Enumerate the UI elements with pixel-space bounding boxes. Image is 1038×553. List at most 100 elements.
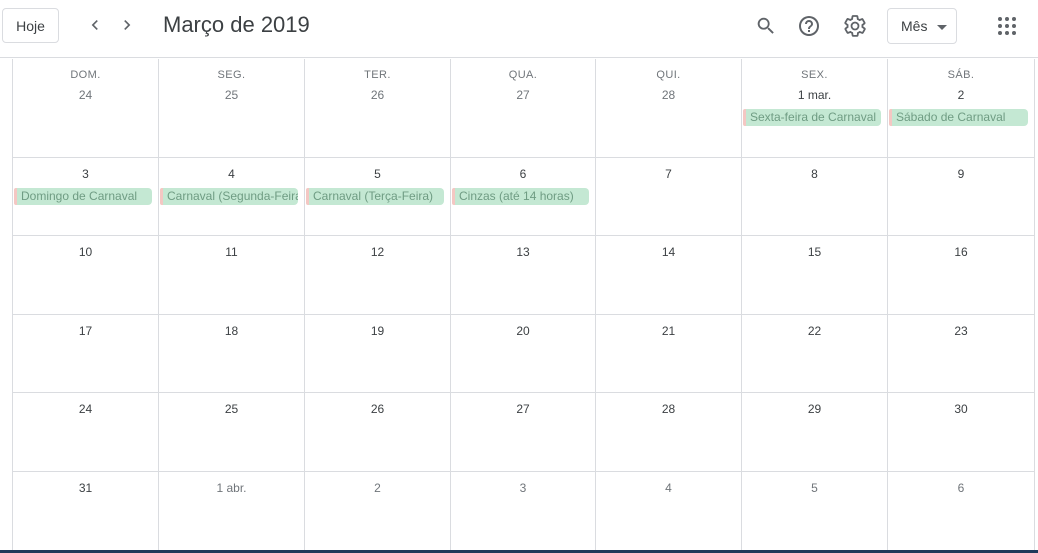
day-number[interactable]: 24 xyxy=(13,88,158,102)
day-cell[interactable]: 5 Carnaval (Terça-Feira) xyxy=(305,158,451,235)
day-cell[interactable]: 17 xyxy=(13,315,159,392)
day-number[interactable]: 2 xyxy=(305,481,450,495)
day-cell[interactable]: 7 xyxy=(596,158,742,235)
day-number[interactable]: 28 xyxy=(596,402,741,416)
day-cell[interactable]: 20 xyxy=(451,315,596,392)
day-number[interactable]: 16 xyxy=(888,245,1034,259)
day-cell[interactable]: 13 xyxy=(451,236,596,314)
day-number[interactable]: 2 xyxy=(888,88,1034,102)
day-number[interactable]: 4 xyxy=(596,481,741,495)
day-cell[interactable]: 19 xyxy=(305,315,451,392)
day-number[interactable]: 4 xyxy=(159,167,304,181)
day-cell[interactable]: 6 Cinzas (até 14 horas) xyxy=(451,158,596,235)
apps-button[interactable] xyxy=(990,9,1024,43)
day-number[interactable]: 27 xyxy=(451,88,595,102)
day-number[interactable]: 8 xyxy=(742,167,887,181)
day-cell[interactable]: 31 xyxy=(13,472,159,550)
day-cell[interactable]: 29 xyxy=(742,393,888,471)
day-cell[interactable]: 10 xyxy=(13,236,159,314)
day-cell[interactable]: 1 abr. xyxy=(159,472,305,550)
day-cell[interactable]: 11 xyxy=(159,236,305,314)
day-number[interactable]: 30 xyxy=(888,402,1034,416)
help-button[interactable] xyxy=(792,9,826,43)
event-chip[interactable]: Carnaval (Terça-Feira) xyxy=(306,188,444,205)
day-number[interactable]: 5 xyxy=(742,481,887,495)
weekday-label: SEG. xyxy=(217,69,246,81)
day-number[interactable]: 25 xyxy=(159,402,304,416)
day-number[interactable]: 21 xyxy=(596,324,741,338)
day-number[interactable]: 26 xyxy=(305,88,450,102)
day-cell[interactable]: 5 xyxy=(742,472,888,550)
view-selector[interactable]: Mês xyxy=(887,8,957,44)
day-number[interactable]: 24 xyxy=(13,402,158,416)
day-cell[interactable]: QUA. 27 xyxy=(451,59,596,157)
day-number[interactable]: 31 xyxy=(13,481,158,495)
day-number[interactable]: 25 xyxy=(159,88,304,102)
day-cell[interactable]: 30 xyxy=(888,393,1035,471)
day-cell[interactable]: 4 Carnaval (Segunda-Feira) xyxy=(159,158,305,235)
day-cell[interactable]: 24 xyxy=(13,393,159,471)
day-cell[interactable]: TER. 26 xyxy=(305,59,451,157)
day-cell[interactable]: 4 xyxy=(596,472,742,550)
day-cell[interactable]: SEG. 25 xyxy=(159,59,305,157)
day-cell[interactable]: 22 xyxy=(742,315,888,392)
day-cell[interactable]: 18 xyxy=(159,315,305,392)
day-number[interactable]: 23 xyxy=(888,324,1034,338)
day-cell[interactable]: 27 xyxy=(451,393,596,471)
search-button[interactable] xyxy=(749,9,783,43)
day-number[interactable]: 10 xyxy=(13,245,158,259)
day-number[interactable]: 6 xyxy=(451,167,595,181)
event-chip[interactable]: Cinzas (até 14 horas) xyxy=(452,188,589,205)
day-cell[interactable]: 8 xyxy=(742,158,888,235)
day-cell[interactable]: DOM. 24 xyxy=(13,59,159,157)
day-cell[interactable]: 3 xyxy=(451,472,596,550)
day-cell[interactable]: 23 xyxy=(888,315,1035,392)
day-number[interactable]: 17 xyxy=(13,324,158,338)
day-cell[interactable]: QUI. 28 xyxy=(596,59,742,157)
day-number[interactable]: 18 xyxy=(159,324,304,338)
day-number[interactable]: 14 xyxy=(596,245,741,259)
day-cell[interactable]: 12 xyxy=(305,236,451,314)
day-cell[interactable]: 15 xyxy=(742,236,888,314)
day-cell[interactable]: 6 xyxy=(888,472,1035,550)
next-month-button[interactable] xyxy=(112,10,142,40)
day-cell[interactable]: 21 xyxy=(596,315,742,392)
day-number[interactable]: 7 xyxy=(596,167,741,181)
day-number[interactable]: 19 xyxy=(305,324,450,338)
day-cell[interactable]: 25 xyxy=(159,393,305,471)
day-number[interactable]: 15 xyxy=(742,245,887,259)
day-number[interactable]: 26 xyxy=(305,402,450,416)
day-number[interactable]: 12 xyxy=(305,245,450,259)
today-button[interactable]: Hoje xyxy=(2,8,59,43)
day-number[interactable]: 27 xyxy=(451,402,595,416)
event-chip[interactable]: Sexta-feira de Carnaval xyxy=(743,109,881,126)
day-number[interactable]: 28 xyxy=(596,88,741,102)
day-number[interactable]: 9 xyxy=(888,167,1034,181)
settings-button[interactable] xyxy=(838,9,872,43)
day-number[interactable]: 3 xyxy=(451,481,595,495)
event-chip[interactable]: Carnaval (Segunda-Feira) xyxy=(160,188,298,205)
day-cell[interactable]: 26 xyxy=(305,393,451,471)
day-cell[interactable]: 9 xyxy=(888,158,1035,235)
day-number[interactable]: 1 mar. xyxy=(742,88,887,102)
day-number[interactable]: 3 xyxy=(13,167,158,181)
event-chip[interactable]: Sábado de Carnaval xyxy=(889,109,1028,126)
day-cell[interactable]: 3 Domingo de Carnaval xyxy=(13,158,159,235)
day-cell[interactable]: 2 xyxy=(305,472,451,550)
day-number[interactable]: 22 xyxy=(742,324,887,338)
day-number[interactable]: 11 xyxy=(159,245,304,259)
day-number[interactable]: 29 xyxy=(742,402,887,416)
day-cell[interactable]: 14 xyxy=(596,236,742,314)
event-chip[interactable]: Domingo de Carnaval xyxy=(14,188,152,205)
day-number[interactable]: 13 xyxy=(451,245,595,259)
day-number[interactable]: 20 xyxy=(451,324,595,338)
day-cell[interactable]: SEX. 1 mar. Sexta-feira de Carnaval xyxy=(742,59,888,157)
day-cell[interactable]: 16 xyxy=(888,236,1035,314)
month-grid: DOM. 24 SEG. 25 TER. 26 QUA. 27 QUI. 28 SEX. 1 mar.… xyxy=(12,59,1035,550)
day-number[interactable]: 1 abr. xyxy=(159,481,304,495)
previous-month-button[interactable] xyxy=(80,10,110,40)
day-cell[interactable]: SÁB. 2 Sábado de Carnaval xyxy=(888,59,1035,157)
day-number[interactable]: 6 xyxy=(888,481,1034,495)
day-cell[interactable]: 28 xyxy=(596,393,742,471)
day-number[interactable]: 5 xyxy=(305,167,450,181)
